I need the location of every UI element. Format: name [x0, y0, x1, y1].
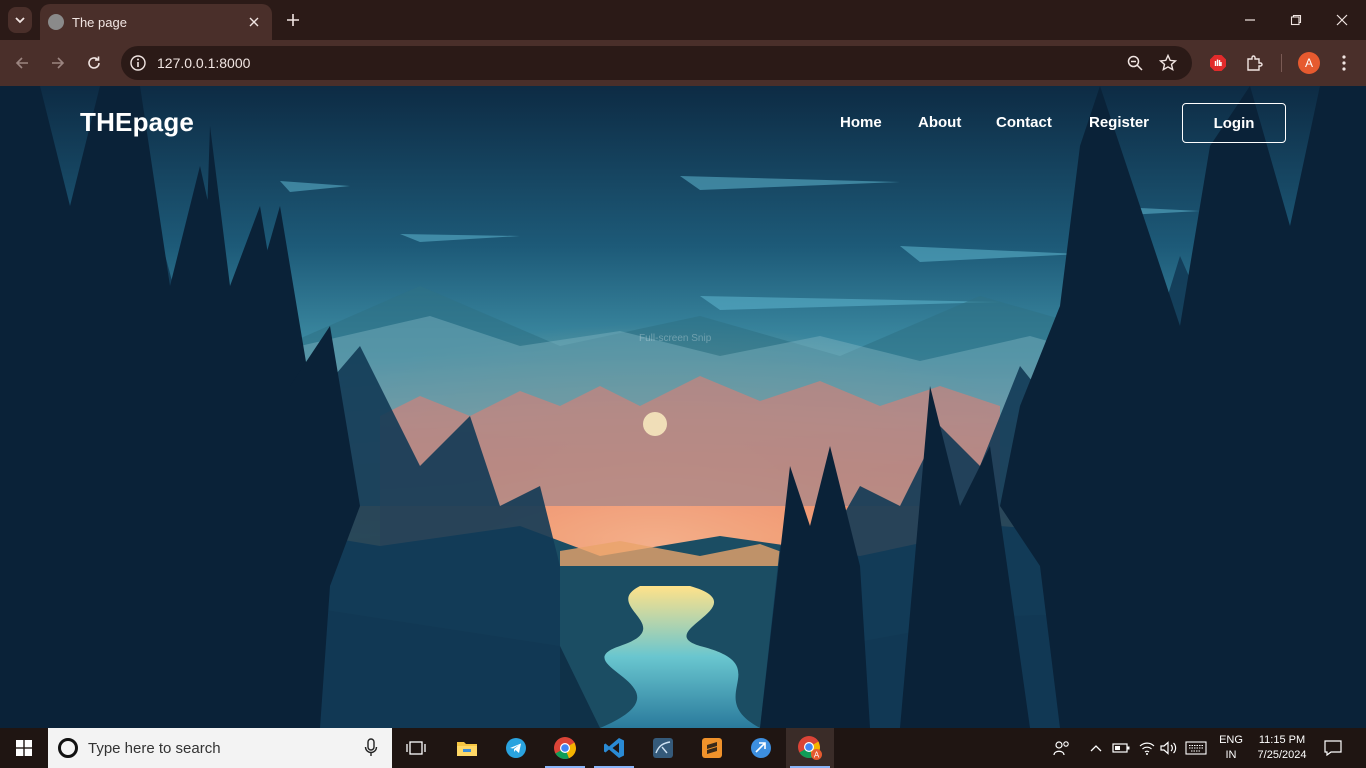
clock-button[interactable]: 11:15 PM 7/25/2024: [1250, 728, 1314, 768]
taskbar-search-box[interactable]: Type here to search: [48, 728, 392, 768]
svg-text:A: A: [814, 751, 820, 760]
tab-title: The page: [72, 14, 127, 30]
address-bar[interactable]: [121, 46, 1192, 80]
taskbar-telegram[interactable]: [492, 728, 540, 768]
snip-overlay-text: Full-screen Snip: [639, 333, 712, 344]
profile-avatar[interactable]: A: [1298, 52, 1320, 74]
arrow-right-icon: [52, 57, 65, 69]
minimize-icon: [1245, 19, 1255, 21]
search-placeholder: Type here to search: [88, 740, 221, 757]
wifi-icon: [1139, 742, 1155, 755]
task-view-button[interactable]: [392, 728, 440, 768]
nav-link-about[interactable]: About: [918, 114, 961, 131]
clock-time: 11:15 PM: [1258, 734, 1306, 746]
people-icon: [1053, 741, 1069, 756]
volume-icon: [1160, 741, 1177, 755]
close-tab-button[interactable]: [246, 14, 262, 30]
close-icon: [1336, 14, 1348, 26]
globe-icon: [48, 14, 64, 30]
clock-date: 7/25/2024: [1257, 749, 1307, 761]
nav-link-home[interactable]: Home: [840, 114, 882, 131]
taskbar-vscode[interactable]: [590, 728, 638, 768]
kebab-menu-icon: [1342, 55, 1346, 71]
cortana-icon: [58, 738, 78, 758]
notification-icon: [1324, 740, 1342, 756]
star-icon: [1159, 54, 1177, 72]
browser-tab-strip: The page: [0, 0, 1366, 40]
tab-search-button[interactable]: [8, 7, 32, 33]
forward-button[interactable]: [46, 51, 70, 75]
close-icon: [249, 17, 259, 27]
restore-button[interactable]: [1273, 0, 1319, 40]
language-code: ENG: [1219, 734, 1243, 746]
new-tab-button[interactable]: [282, 9, 304, 31]
qbittorrent-icon: [751, 738, 771, 758]
chrome-profile-icon: A: [798, 736, 822, 760]
task-view-icon: [406, 741, 426, 755]
taskbar-sublime-text[interactable]: [688, 728, 736, 768]
close-window-button[interactable]: [1319, 0, 1365, 40]
file-explorer-icon: [457, 742, 477, 756]
telegram-icon: [506, 738, 526, 758]
nav-link-register[interactable]: Register: [1089, 114, 1149, 131]
people-button[interactable]: [1048, 728, 1076, 768]
taskbar-chrome-profile[interactable]: A: [786, 728, 834, 768]
browser-toolbar: A: [0, 40, 1366, 86]
reload-button[interactable]: [82, 51, 106, 75]
extensions-button[interactable]: [1242, 51, 1266, 75]
taskbar-mysql-workbench[interactable]: [639, 728, 687, 768]
wifi-button[interactable]: [1136, 728, 1158, 768]
nav-link-contact[interactable]: Contact: [996, 114, 1052, 131]
taskbar-file-explorer[interactable]: [443, 728, 491, 768]
puzzle-icon: [1247, 55, 1263, 71]
stop-hand-icon: [1210, 55, 1226, 71]
sublime-text-icon: [702, 738, 722, 758]
extension-adblock-button[interactable]: [1206, 51, 1230, 75]
show-hidden-icons-button[interactable]: [1086, 728, 1106, 768]
zoom-button[interactable]: [1123, 51, 1147, 75]
volume-button[interactable]: [1158, 728, 1180, 768]
login-button[interactable]: Login: [1182, 103, 1286, 143]
keyboard-icon: [1185, 741, 1207, 755]
browser-menu-button[interactable]: [1332, 51, 1356, 75]
reload-icon: [88, 56, 100, 69]
mysql-workbench-icon: [653, 738, 673, 758]
language-region: IN: [1225, 749, 1237, 761]
touch-keyboard-button[interactable]: [1184, 728, 1208, 768]
url-input[interactable]: [157, 55, 757, 71]
taskbar-qbittorrent[interactable]: [737, 728, 785, 768]
zoom-out-icon: [1127, 55, 1143, 71]
windows-logo-icon: [16, 740, 32, 756]
microphone-icon[interactable]: [364, 738, 378, 758]
input-language-button[interactable]: ENG IN: [1212, 728, 1250, 768]
vscode-icon: [604, 738, 624, 758]
hero-background-forest-image: [0, 86, 1366, 728]
site-logo[interactable]: THEpage: [80, 107, 194, 138]
info-icon[interactable]: [129, 54, 147, 72]
plus-icon: [287, 14, 299, 26]
minimize-button[interactable]: [1227, 0, 1273, 40]
start-button[interactable]: [0, 728, 48, 768]
bookmark-button[interactable]: [1156, 51, 1180, 75]
back-button[interactable]: [10, 51, 34, 75]
toolbar-divider: [1281, 54, 1282, 72]
page-viewport: THEpage Home About Contact Register Logi…: [0, 86, 1366, 728]
taskbar-chrome[interactable]: [541, 728, 589, 768]
chevron-up-icon: [1090, 745, 1102, 752]
windows-taskbar: Type here to search A ENG IN 11:15 PM 7/…: [0, 728, 1366, 768]
browser-tab[interactable]: The page: [40, 4, 272, 40]
chrome-icon: [554, 737, 576, 759]
action-center-button[interactable]: [1318, 728, 1348, 768]
battery-button[interactable]: [1110, 728, 1132, 768]
arrow-left-icon: [15, 57, 28, 69]
battery-icon: [1112, 743, 1130, 753]
chevron-down-icon: [15, 17, 25, 24]
restore-icon: [1290, 14, 1302, 26]
